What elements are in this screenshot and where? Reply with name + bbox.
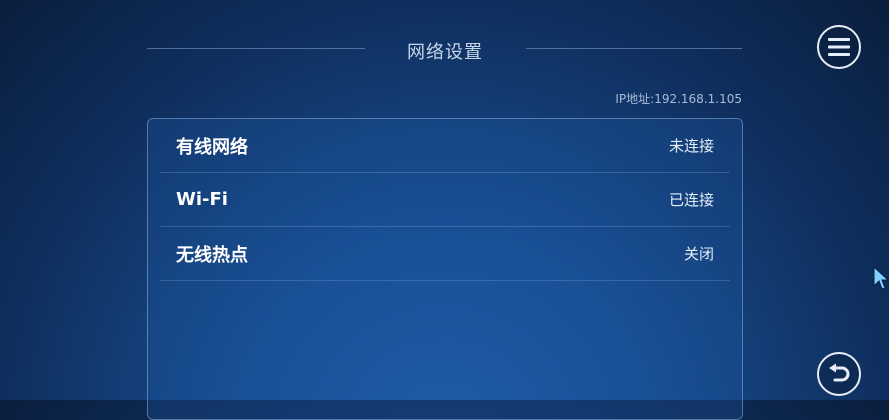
network-list-panel: 有线网络 未连接 Wi-Fi 已连接 无线热点 关闭 — [147, 118, 743, 420]
back-arrow-icon — [829, 363, 850, 382]
list-item-label: 无线热点 — [176, 244, 248, 266]
ip-address-label: IP地址:192.168.1.105 — [615, 92, 742, 106]
menu-button[interactable] — [817, 25, 861, 69]
list-item-label: Wi-Fi — [176, 189, 228, 210]
list-item-status: 关闭 — [683, 245, 714, 263]
hamburger-menu-icon — [828, 38, 850, 56]
list-item-hotspot[interactable]: 无线热点 关闭 — [160, 227, 730, 281]
title-divider-right — [526, 48, 742, 49]
mouse-pointer-icon — [873, 266, 889, 290]
list-item-wired-network[interactable]: 有线网络 未连接 — [160, 119, 730, 173]
title-divider-left — [147, 48, 365, 49]
list-item-status: 已连接 — [668, 191, 714, 209]
page-title: 网络设置 — [407, 42, 483, 63]
list-item-status: 未连接 — [668, 137, 714, 155]
list-item-label: 有线网络 — [176, 136, 248, 158]
back-button[interactable] — [817, 352, 861, 396]
list-item-wifi[interactable]: Wi-Fi 已连接 — [160, 173, 730, 227]
